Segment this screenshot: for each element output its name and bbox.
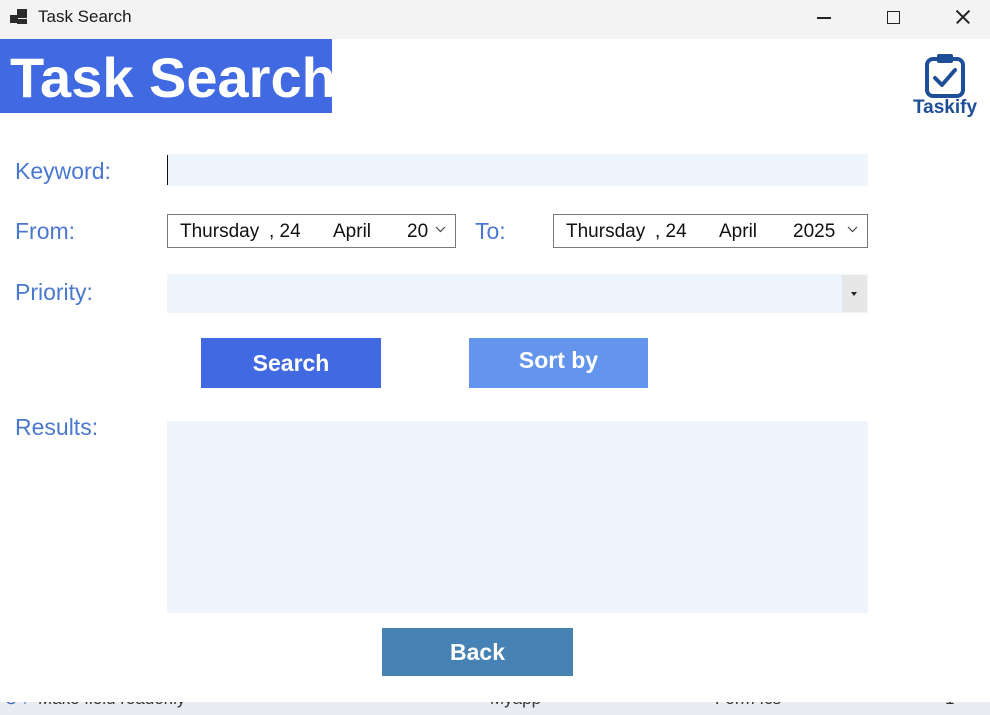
from-year: 20 xyxy=(407,221,429,242)
keyword-input[interactable] xyxy=(167,154,868,186)
task-search-window: Task Search Task Search Taskify Keyword:… xyxy=(0,0,990,702)
maximize-icon xyxy=(886,10,900,24)
to-year: 2025 xyxy=(793,221,836,242)
clipboard-check-icon xyxy=(925,54,965,98)
from-label: From: xyxy=(15,218,76,244)
logo-text: Taskify xyxy=(912,97,978,118)
maximize-button[interactable] xyxy=(870,0,916,34)
page-title: Task Search xyxy=(0,39,336,113)
text-caret xyxy=(167,155,168,185)
chevron-down-icon[interactable] xyxy=(435,226,446,233)
back-button[interactable]: Back xyxy=(382,628,573,676)
app-icon xyxy=(10,8,30,26)
taskify-logo: Taskify xyxy=(905,53,985,129)
priority-dropdown[interactable] xyxy=(167,274,868,313)
priority-label: Priority: xyxy=(15,279,93,305)
results-label: Results: xyxy=(15,414,99,440)
results-list[interactable] xyxy=(167,421,868,613)
minimize-icon xyxy=(817,17,831,19)
search-button[interactable]: Search xyxy=(201,338,381,388)
from-day-name: Thursday xyxy=(180,221,260,242)
from-month: April xyxy=(333,221,372,242)
to-day: , 24 xyxy=(655,221,687,242)
from-day: , 24 xyxy=(269,221,301,242)
close-button[interactable] xyxy=(940,0,986,34)
chevron-down-icon[interactable] xyxy=(847,226,858,233)
minimize-button[interactable] xyxy=(801,0,847,34)
title-bar[interactable]: Task Search xyxy=(0,0,990,39)
window-title: Task Search xyxy=(38,7,132,26)
sort-by-button[interactable]: Sort by xyxy=(469,338,648,388)
close-icon xyxy=(955,9,971,25)
to-day-name: Thursday xyxy=(566,221,646,242)
from-date-picker[interactable]: Thursday , 24 April 20 xyxy=(167,214,456,248)
to-label: To: xyxy=(475,218,506,244)
to-month: April xyxy=(719,221,758,242)
to-date-picker[interactable]: Thursday , 24 April 2025 xyxy=(553,214,868,248)
dropdown-arrow-icon[interactable] xyxy=(842,275,867,312)
keyword-label: Keyword: xyxy=(15,158,111,184)
